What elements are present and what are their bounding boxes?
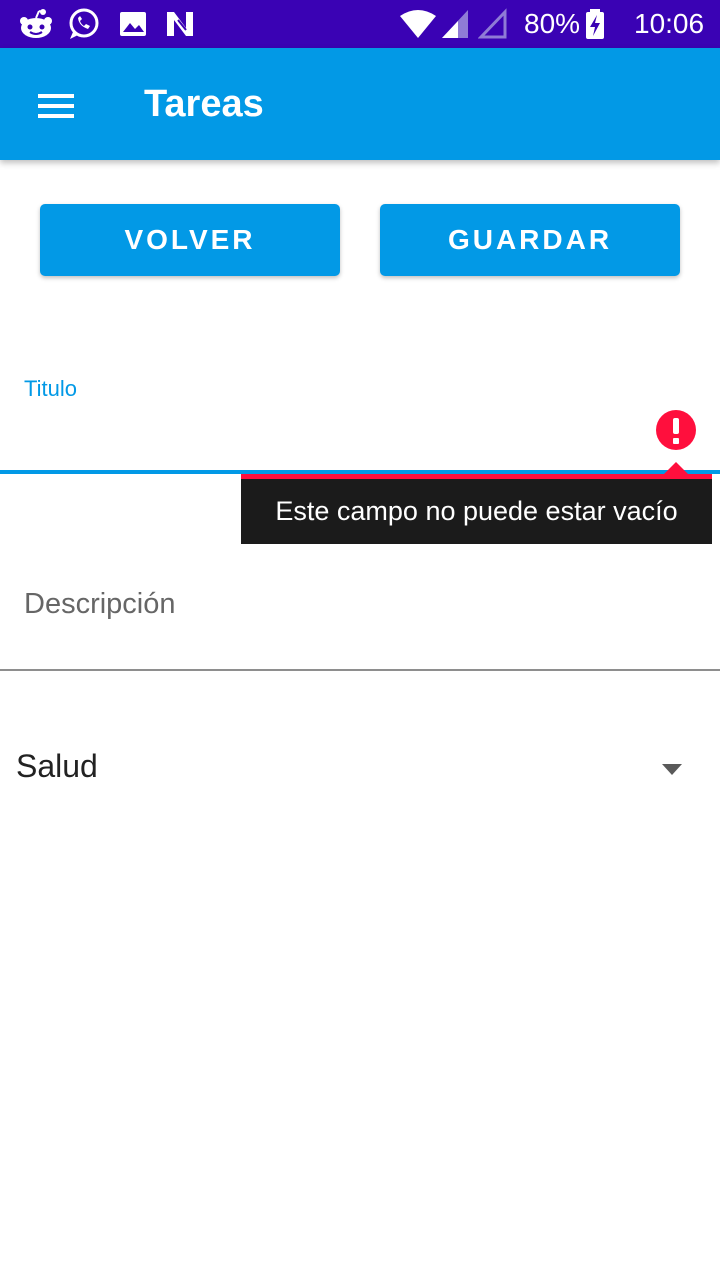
dropdown-arrow-icon bbox=[662, 764, 682, 775]
error-tooltip: Este campo no puede estar vacío bbox=[241, 474, 712, 544]
back-button[interactable]: VOLVER bbox=[40, 204, 340, 276]
description-placeholder: Descripción bbox=[24, 588, 176, 620]
category-spinner-value: Salud bbox=[16, 748, 98, 784]
battery-charging-icon bbox=[586, 9, 604, 39]
save-button[interactable]: GUARDAR bbox=[380, 204, 680, 276]
error-tooltip-arrow bbox=[664, 462, 688, 474]
app-bar: Tareas bbox=[0, 48, 720, 160]
hamburger-menu-icon[interactable] bbox=[22, 82, 78, 126]
page-title: Tareas bbox=[144, 83, 264, 125]
signal-icon bbox=[442, 10, 468, 38]
error-icon[interactable] bbox=[656, 410, 696, 450]
clock: 10:06 bbox=[634, 8, 705, 39]
description-field-underline bbox=[0, 669, 720, 671]
wifi-icon bbox=[400, 10, 436, 38]
image-icon bbox=[120, 12, 146, 36]
n-icon bbox=[167, 12, 193, 36]
error-message: Este campo no puede estar vacío bbox=[275, 496, 678, 526]
battery-percent: 80% bbox=[524, 8, 581, 39]
whatsapp-icon bbox=[69, 8, 99, 39]
title-field-label: Titulo bbox=[24, 376, 77, 401]
status-bar: 80% 10:06 bbox=[0, 0, 720, 48]
signal-empty-icon bbox=[478, 8, 507, 39]
reddit-icon bbox=[20, 9, 52, 38]
